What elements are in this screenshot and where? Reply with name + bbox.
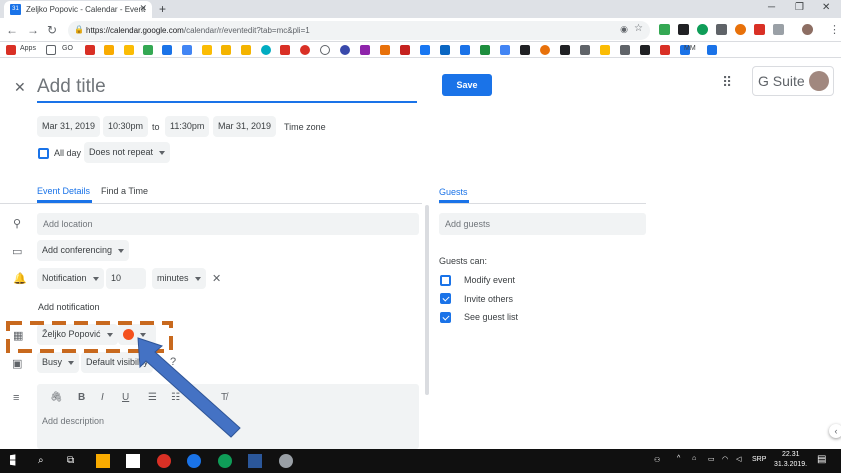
word-icon[interactable] (248, 454, 262, 468)
chrome-active-icon[interactable] (218, 454, 232, 468)
language-indicator[interactable]: SRP (752, 456, 766, 463)
teamviewer-icon[interactable] (187, 454, 201, 468)
wifi-icon[interactable]: ◠ (722, 455, 728, 463)
clock-date[interactable]: 31.3.2019. (774, 461, 807, 468)
notifications-icon[interactable]: ▤ (817, 454, 826, 465)
network-icon[interactable]: ⌂ (692, 455, 696, 462)
clock-time[interactable]: 22.31 (782, 451, 800, 458)
search-icon[interactable]: ⌕ (38, 455, 44, 466)
file-explorer-icon[interactable] (96, 454, 110, 468)
taskbar: ⌕ ⧉ ⚇ ^ ⌂ ▭ ◠ ◁ SRP 22.31 31.3.2019. ▤ (0, 449, 841, 473)
pointer-arrow-icon (137, 337, 241, 438)
battery-icon[interactable]: ▭ (708, 455, 715, 463)
tray-chevron-icon[interactable]: ^ (677, 455, 680, 462)
task-view-icon[interactable]: ⧉ (67, 455, 74, 466)
people-icon[interactable]: ⚇ (654, 456, 660, 464)
windows-start-icon[interactable] (10, 454, 16, 466)
annotation-overlay (6, 321, 241, 438)
chrome-icon[interactable] (157, 454, 171, 468)
app-icon[interactable] (279, 454, 293, 468)
mail-icon[interactable] (126, 454, 140, 468)
volume-icon[interactable]: ◁ (736, 455, 741, 463)
